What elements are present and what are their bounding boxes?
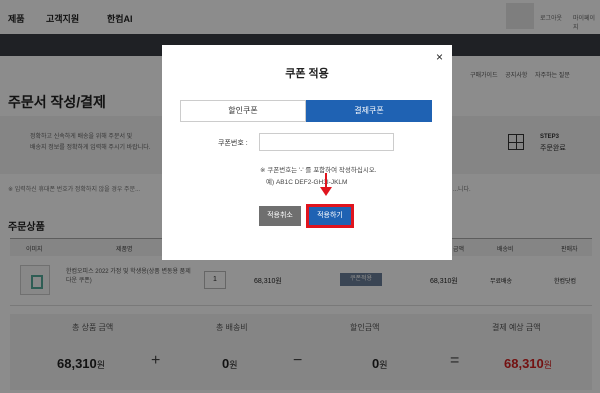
coupon-code-input[interactable]: [259, 133, 394, 151]
arrow-down-icon: [320, 173, 332, 197]
coupon-hint: ※ 쿠폰번호는 '-' 를 포함하여 작성하십시오.: [260, 167, 377, 174]
tab-discount-coupon[interactable]: 할인쿠폰: [180, 100, 306, 122]
tab-payment-coupon[interactable]: 결제쿠폰: [306, 100, 432, 122]
apply-button[interactable]: 적용하기: [306, 204, 354, 228]
coupon-code-label: 쿠폰번호 :: [218, 140, 248, 147]
coupon-modal: × 쿠폰 적용 할인쿠폰 결제쿠폰 쿠폰번호 : ※ 쿠폰번호는 '-' 를 포…: [162, 45, 452, 260]
coupon-example: 예) AB1C DEF2-GH3I-JKLM: [266, 179, 348, 186]
modal-title: 쿠폰 적용: [285, 68, 329, 80]
cancel-button[interactable]: 적용취소: [259, 206, 301, 226]
close-icon[interactable]: ×: [436, 50, 443, 64]
